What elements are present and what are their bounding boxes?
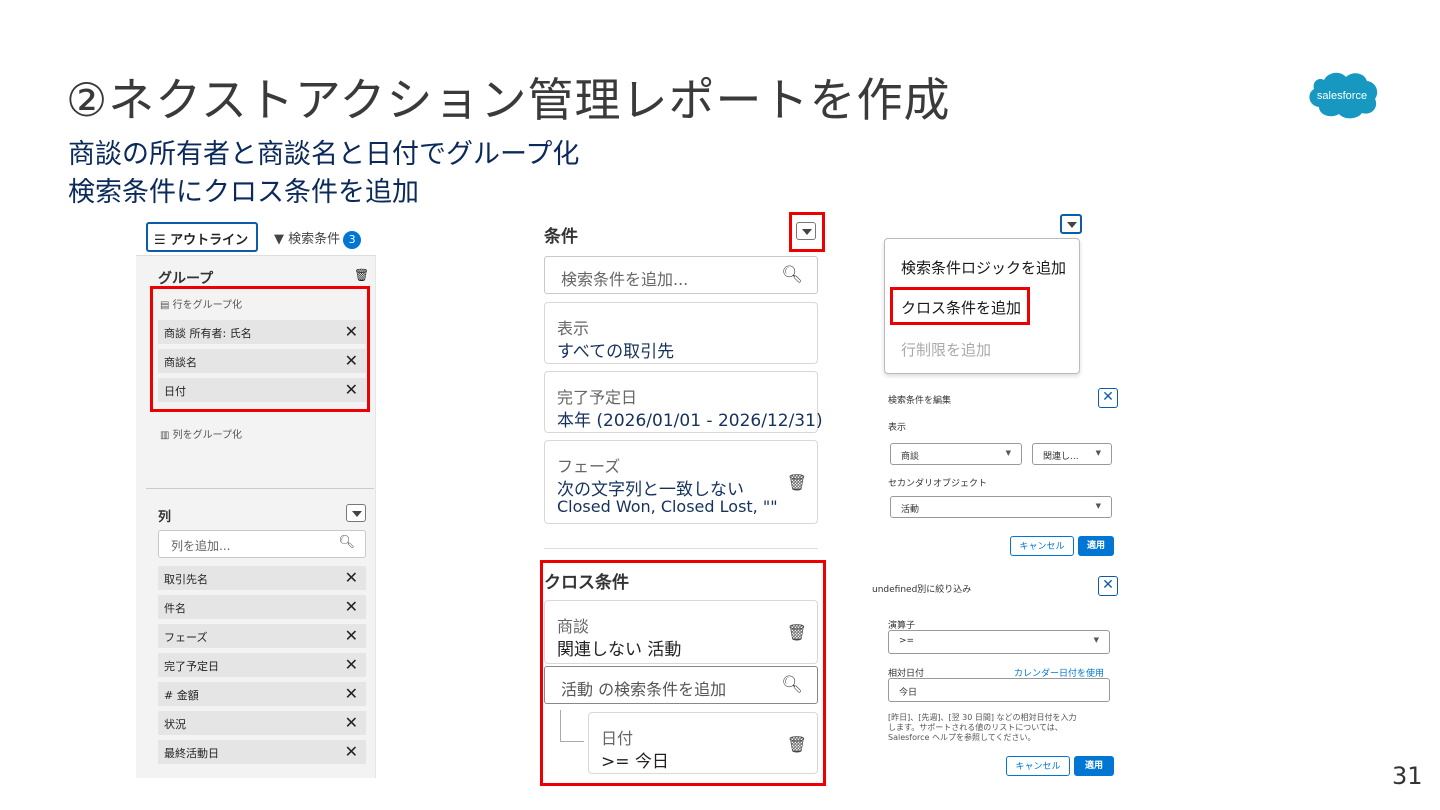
highlight-cross-filter bbox=[540, 560, 826, 786]
column-item[interactable]: 件名 ✕ bbox=[158, 595, 366, 619]
trash-icon[interactable]: 🗑 bbox=[354, 268, 369, 282]
object-select[interactable]: 商談 bbox=[890, 443, 1022, 465]
edit-filter-title: 検索条件を編集 bbox=[888, 396, 952, 406]
columns-dropdown-button[interactable] bbox=[346, 504, 366, 522]
salesforce-logo: salesforce bbox=[1304, 68, 1380, 120]
column-item[interactable]: 完了予定日 ✕ bbox=[158, 653, 366, 677]
slide-subtitle-2: 検索条件にクロス条件を追加 bbox=[68, 177, 419, 208]
divider bbox=[544, 548, 818, 549]
column-item[interactable]: # 金額 ✕ bbox=[158, 682, 366, 706]
highlight-row-groups bbox=[150, 286, 370, 412]
show-label: 表示 bbox=[888, 423, 907, 433]
search-icon: 🔍︎ bbox=[338, 535, 355, 550]
filter-card-close-date[interactable]: 完了予定日 本年 (2026/01/01 - 2026/12/31) bbox=[544, 371, 823, 433]
apply-button[interactable]: 適用 bbox=[1074, 756, 1114, 776]
secondary-object-select[interactable]: 活動 bbox=[890, 496, 1112, 518]
page-number: 31 bbox=[1392, 762, 1423, 790]
columns-heading: 列 bbox=[158, 510, 172, 525]
menu-item-add-row-limit[interactable]: 行制限を追加 bbox=[901, 339, 991, 360]
help-text-line-3: Salesforce ヘルプを参照してください。 bbox=[888, 733, 1036, 742]
group-heading: グループ bbox=[158, 271, 214, 287]
divider bbox=[146, 488, 374, 489]
remove-icon: ✕ bbox=[344, 742, 358, 761]
columns-search-input[interactable]: 列を追加... 🔍︎ bbox=[158, 530, 366, 558]
filter-card-phase[interactable]: フェーズ 次の文字列と一致しない Closed Won, Closed Lost… bbox=[544, 440, 818, 524]
remove-icon: ✕ bbox=[344, 597, 358, 616]
cancel-button[interactable]: キャンセル bbox=[1006, 756, 1070, 776]
secondary-object-label: セカンダリオブジェクト bbox=[888, 479, 988, 489]
operator-select[interactable]: >= bbox=[888, 630, 1110, 654]
remove-icon: ✕ bbox=[344, 568, 358, 587]
col-group-label: ▥ 列をグループ化 bbox=[160, 430, 243, 441]
search-icon: 🔍︎ bbox=[781, 265, 803, 285]
highlight-dropdown bbox=[789, 212, 825, 252]
trash-icon[interactable]: 🗑 bbox=[787, 473, 807, 492]
filter-card-show[interactable]: 表示 すべての取引先 bbox=[544, 302, 818, 364]
apply-button[interactable]: 適用 bbox=[1078, 536, 1114, 556]
column-item[interactable]: 状況 ✕ bbox=[158, 711, 366, 735]
close-icon[interactable]: ✕ bbox=[1098, 388, 1118, 408]
close-icon[interactable]: ✕ bbox=[1098, 576, 1118, 596]
highlight-cross-filter-item bbox=[890, 287, 1030, 325]
remove-icon: ✕ bbox=[344, 684, 358, 703]
tab-bar: ☰ アウトライン ▼ 検索条件 3 bbox=[136, 216, 376, 256]
remove-icon: ✕ bbox=[344, 713, 358, 732]
remove-icon: ✕ bbox=[344, 626, 358, 645]
tab-filters[interactable]: ▼ 検索条件 3 bbox=[274, 228, 362, 249]
tab-outline[interactable]: ☰ アウトライン bbox=[146, 222, 258, 252]
filter-icon: ▼ bbox=[274, 232, 289, 247]
column-item[interactable]: 取引先名 ✕ bbox=[158, 566, 366, 590]
narrow-panel-title: undefined別に絞り込み bbox=[872, 585, 972, 595]
logo-text: salesforce bbox=[1317, 90, 1367, 102]
filter-search-input[interactable]: 検索条件を追加... 🔍︎ bbox=[544, 256, 818, 294]
columns-icon: ▥ bbox=[160, 430, 173, 441]
column-item[interactable]: フェーズ ✕ bbox=[158, 624, 366, 648]
filter-count-badge: 3 bbox=[343, 231, 362, 249]
obscured-edge bbox=[878, 255, 882, 375]
relation-select[interactable]: 関連し... bbox=[1032, 443, 1112, 465]
slide-subtitle-1: 商談の所有者と商談名と日付でグループ化 bbox=[68, 139, 580, 170]
remove-icon: ✕ bbox=[344, 655, 358, 674]
menu-dropdown-button[interactable] bbox=[1060, 214, 1082, 234]
menu-item-add-logic[interactable]: 検索条件ロジックを追加 bbox=[901, 257, 1066, 278]
cancel-button[interactable]: キャンセル bbox=[1010, 536, 1074, 556]
slide-title: ②ネクストアクション管理レポートを作成 bbox=[66, 73, 951, 127]
relative-date-input[interactable]: 今日 bbox=[888, 678, 1110, 702]
filters-heading: 条件 bbox=[544, 227, 578, 247]
column-item[interactable]: 最終活動日 ✕ bbox=[158, 740, 366, 764]
